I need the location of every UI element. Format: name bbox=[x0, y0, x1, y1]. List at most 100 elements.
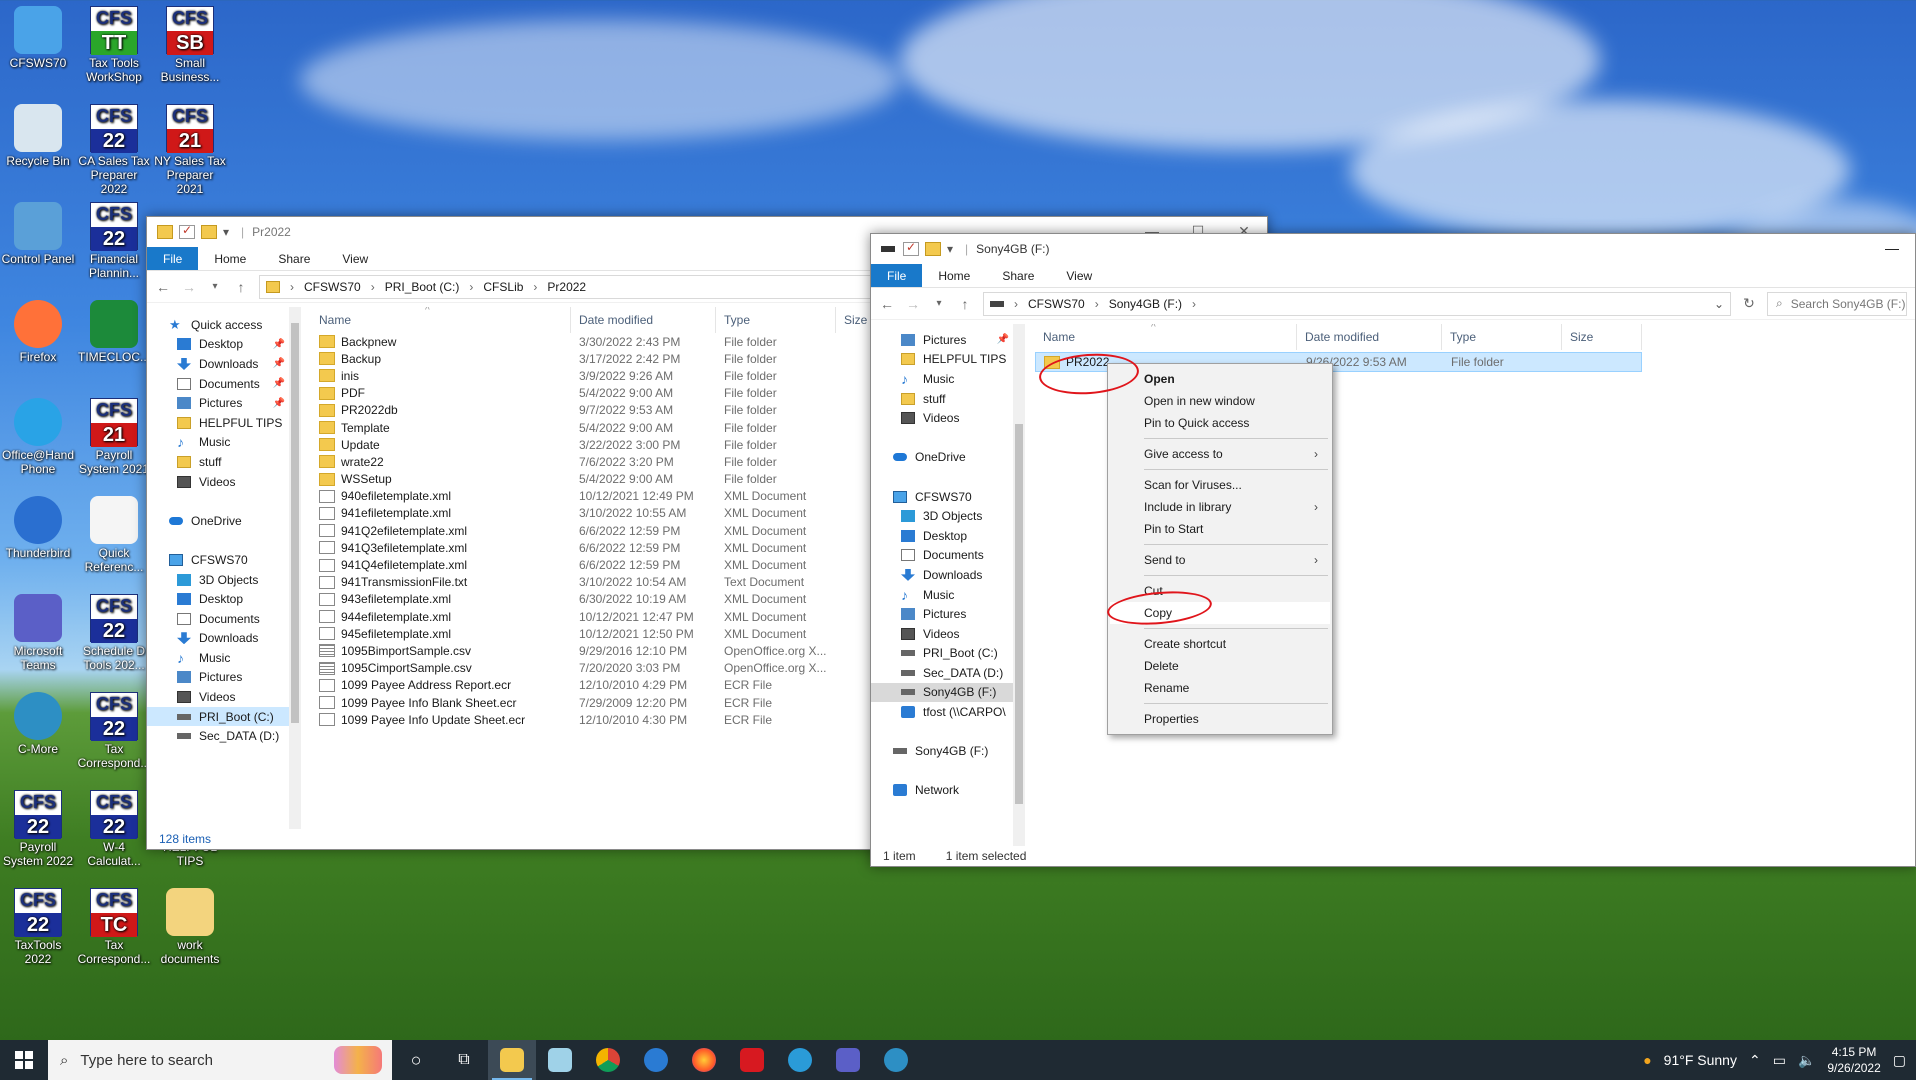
nav-item[interactable]: Videos bbox=[147, 472, 289, 492]
nav-scrollbar[interactable] bbox=[289, 307, 301, 829]
nav-item[interactable]: Pictures 📌 bbox=[147, 393, 289, 413]
tab-view[interactable]: View bbox=[1050, 264, 1108, 287]
nav-item[interactable]: Sony4GB (F:) bbox=[871, 741, 1013, 761]
nav-item[interactable]: tfost (\\CARPO\ bbox=[871, 702, 1013, 722]
recent-chevron-icon[interactable]: ▾ bbox=[207, 281, 223, 292]
nav-item[interactable]: stuff bbox=[871, 389, 1013, 409]
forward-icon[interactable]: → bbox=[905, 296, 921, 312]
desktop-icon[interactable]: Control Panel bbox=[0, 202, 76, 266]
nav-item[interactable]: ♪ Music bbox=[147, 433, 289, 453]
start-button[interactable] bbox=[0, 1040, 48, 1080]
desktop-icon[interactable]: CFS 22 CA Sales Tax Preparer 2022 bbox=[76, 104, 152, 196]
menu-item-scan-for-viruses[interactable]: Scan for Viruses... bbox=[1110, 474, 1330, 496]
desktop-icon[interactable]: work documents bbox=[152, 888, 228, 966]
chevron-up-icon[interactable]: ⌃ bbox=[1749, 1052, 1761, 1069]
desktop-icon[interactable]: CFS 22 W-4 Calculat... bbox=[76, 790, 152, 868]
column-name[interactable]: Name bbox=[311, 307, 571, 333]
tab-share[interactable]: Share bbox=[986, 264, 1050, 287]
nav-item[interactable]: Pictures 📌 bbox=[871, 330, 1013, 350]
nav-item[interactable]: Sony4GB (F:) bbox=[871, 682, 1013, 703]
notifications-icon[interactable]: ▢ bbox=[1893, 1052, 1906, 1069]
new-folder-icon[interactable] bbox=[925, 242, 941, 256]
desktop-icon[interactable]: Office@Hand Phone bbox=[0, 398, 76, 476]
tab-file[interactable]: File bbox=[871, 264, 923, 287]
column-size[interactable]: Size bbox=[1562, 324, 1642, 350]
nav-item[interactable]: PRI_Boot (C:) bbox=[147, 706, 289, 727]
firefox-icon[interactable] bbox=[680, 1040, 728, 1080]
desktop-icon[interactable]: CFS 21 NY Sales Tax Preparer 2021 bbox=[152, 104, 228, 196]
back-icon[interactable]: ← bbox=[879, 296, 895, 312]
breadcrumb-item[interactable]: CFSLib bbox=[483, 280, 523, 294]
phone-icon[interactable] bbox=[872, 1040, 920, 1080]
minimize-button[interactable]: — bbox=[1869, 234, 1915, 264]
nav-item[interactable]: Pictures bbox=[871, 604, 1013, 624]
menu-item-give-access-to[interactable]: Give access to › bbox=[1110, 443, 1330, 465]
desktop-icon[interactable]: Microsoft Teams bbox=[0, 594, 76, 672]
column-date-modified[interactable]: Date modified bbox=[1297, 324, 1442, 350]
nav-item[interactable]: ♪ Music bbox=[871, 369, 1013, 389]
menu-item-send-to[interactable]: Send to › bbox=[1110, 549, 1330, 571]
desktop-icon[interactable]: Thunderbird bbox=[0, 496, 76, 560]
column-name[interactable]: Name bbox=[1035, 324, 1297, 350]
breadcrumb-item[interactable]: CFSWS70 bbox=[1028, 297, 1085, 311]
refresh-icon[interactable]: ↻ bbox=[1741, 295, 1757, 312]
nav-item[interactable]: Sec_DATA (D:) bbox=[147, 726, 289, 746]
taskbar-search[interactable]: ⌕ Type here to search bbox=[48, 1040, 392, 1080]
menu-item-create-shortcut[interactable]: Create shortcut bbox=[1110, 633, 1330, 655]
menu-item-pin-to-quick-access[interactable]: Pin to Quick access bbox=[1110, 412, 1330, 434]
nav-item[interactable]: Desktop bbox=[147, 589, 289, 609]
nav-item[interactable]: OneDrive bbox=[147, 511, 289, 531]
nav-item[interactable]: 3D Objects bbox=[871, 506, 1013, 526]
notepad-icon[interactable] bbox=[536, 1040, 584, 1080]
properties-icon[interactable] bbox=[179, 223, 195, 239]
nav-item[interactable]: ♪ Music bbox=[871, 585, 1013, 605]
menu-item-open-in-new-window[interactable]: Open in new window bbox=[1110, 390, 1330, 412]
tab-file[interactable]: File bbox=[147, 247, 199, 270]
forward-icon[interactable]: → bbox=[181, 279, 197, 295]
weather-text[interactable]: 91°F Sunny bbox=[1664, 1052, 1737, 1068]
customize-toolbar-icon[interactable]: ▾ bbox=[947, 242, 953, 256]
nav-item[interactable]: Pictures bbox=[147, 668, 289, 688]
properties-icon[interactable] bbox=[903, 240, 919, 256]
tab-home[interactable]: Home bbox=[922, 264, 986, 287]
desktop-icon[interactable]: CFSWS70 bbox=[0, 6, 76, 70]
up-icon[interactable]: ↑ bbox=[233, 279, 249, 295]
nav-item[interactable]: Documents bbox=[147, 609, 289, 629]
nav-item[interactable]: PRI_Boot (C:) bbox=[871, 644, 1013, 664]
desktop-icon[interactable]: Quick Referenc... bbox=[76, 496, 152, 574]
task-view-icon[interactable]: ○ bbox=[392, 1040, 440, 1080]
nav-item[interactable]: Videos bbox=[871, 624, 1013, 644]
breadcrumb-item[interactable]: Pr2022 bbox=[547, 280, 586, 294]
customize-toolbar-icon[interactable]: ▾ bbox=[223, 225, 229, 239]
column-type[interactable]: Type bbox=[1442, 324, 1562, 350]
nav-item[interactable]: Downloads bbox=[147, 629, 289, 649]
tab-home[interactable]: Home bbox=[198, 247, 262, 270]
nav-item[interactable]: CFSWS70 bbox=[871, 487, 1013, 507]
menu-item-pin-to-start[interactable]: Pin to Start bbox=[1110, 518, 1330, 540]
file-explorer-icon[interactable] bbox=[488, 1040, 536, 1080]
nav-item[interactable]: Network bbox=[871, 781, 1013, 801]
desktop-icon[interactable]: Recycle Bin bbox=[0, 104, 76, 168]
acrobat-icon[interactable] bbox=[728, 1040, 776, 1080]
desktop-icon[interactable]: TIMECLOC... bbox=[76, 300, 152, 364]
nav-item[interactable]: Desktop bbox=[871, 526, 1013, 546]
desktop-icon[interactable]: CFS TC Tax Correspond... bbox=[76, 888, 152, 966]
nav-item[interactable]: Downloads 📌 bbox=[147, 354, 289, 374]
desktop-icon[interactable]: CFS 22 TaxTools 2022 bbox=[0, 888, 76, 966]
thunderbird-icon[interactable] bbox=[632, 1040, 680, 1080]
weather-icon[interactable]: ● bbox=[1643, 1052, 1651, 1068]
nav-item[interactable]: stuff bbox=[147, 452, 289, 472]
nav-item[interactable]: Videos bbox=[871, 408, 1013, 428]
clock[interactable]: 4:15 PM 9/26/2022 bbox=[1827, 1044, 1880, 1076]
menu-item-open[interactable]: Open bbox=[1110, 368, 1330, 390]
volume-icon[interactable]: 🔈 bbox=[1798, 1052, 1815, 1069]
nav-item[interactable]: HELPFUL TIPS bbox=[871, 350, 1013, 370]
nav-item[interactable]: Videos bbox=[147, 687, 289, 707]
column-type[interactable]: Type bbox=[716, 307, 836, 333]
desktop-icon[interactable]: CFS 22 Payroll System 2022 bbox=[0, 790, 76, 868]
teams-icon[interactable] bbox=[824, 1040, 872, 1080]
tab-view[interactable]: View bbox=[326, 247, 384, 270]
nav-item[interactable]: Desktop 📌 bbox=[147, 335, 289, 355]
desktop-icon[interactable]: CFS TT Tax Tools WorkShop bbox=[76, 6, 152, 84]
desktop-icon[interactable]: C-More bbox=[0, 692, 76, 756]
